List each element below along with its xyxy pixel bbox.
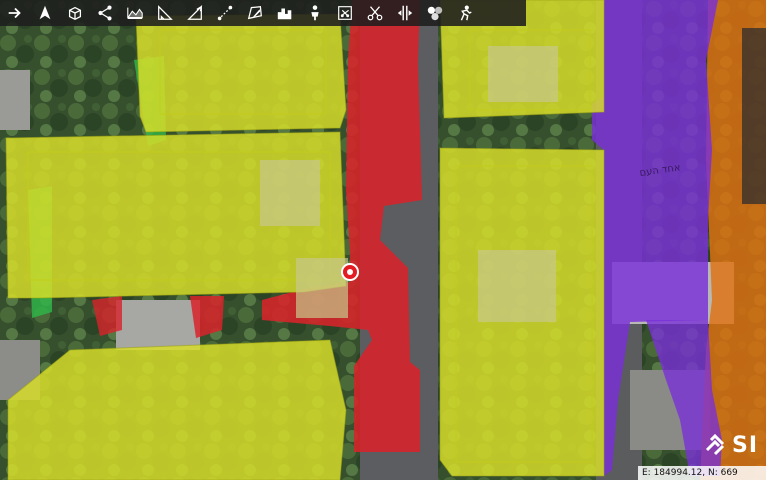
- buildings-icon[interactable]: [270, 0, 300, 26]
- map-canvas[interactable]: אחד העם: [0, 0, 766, 480]
- north-arrow-icon[interactable]: [30, 0, 60, 26]
- share-icon[interactable]: [90, 0, 120, 26]
- clip-box-icon[interactable]: [330, 0, 360, 26]
- roof-detail-4: [296, 258, 348, 318]
- toolbar: [0, 0, 526, 26]
- roof-left: [0, 70, 30, 130]
- split-view-icon[interactable]: [390, 0, 420, 26]
- coordinates-readout: E: 184994.12, N: 669: [638, 466, 766, 480]
- slope-icon[interactable]: [180, 0, 210, 26]
- cube-3d-icon[interactable]: [60, 0, 90, 26]
- flythrough-icon[interactable]: [450, 0, 480, 26]
- line-of-sight-icon[interactable]: [210, 0, 240, 26]
- roof-detail-1: [478, 250, 556, 322]
- side-panel[interactable]: [742, 28, 766, 204]
- brand-logo: SI: [702, 428, 766, 462]
- person-viewshed-icon[interactable]: [300, 0, 330, 26]
- shadow-analysis-icon[interactable]: [420, 0, 450, 26]
- logo-mark-icon: [705, 433, 725, 456]
- terrain-profile-icon[interactable]: [120, 0, 150, 26]
- scissors-icon[interactable]: [360, 0, 390, 26]
- arrow-right-icon[interactable]: [0, 0, 30, 26]
- logo-text: SI: [732, 432, 759, 458]
- roof-detail-2: [488, 46, 558, 102]
- draw-polygon-icon[interactable]: [240, 0, 270, 26]
- roof-center: [116, 300, 200, 350]
- zone-yellow-bottom-left: [7, 339, 347, 480]
- roof-detail-3: [260, 160, 320, 226]
- angle-measure-icon[interactable]: [150, 0, 180, 26]
- location-marker[interactable]: [341, 263, 359, 281]
